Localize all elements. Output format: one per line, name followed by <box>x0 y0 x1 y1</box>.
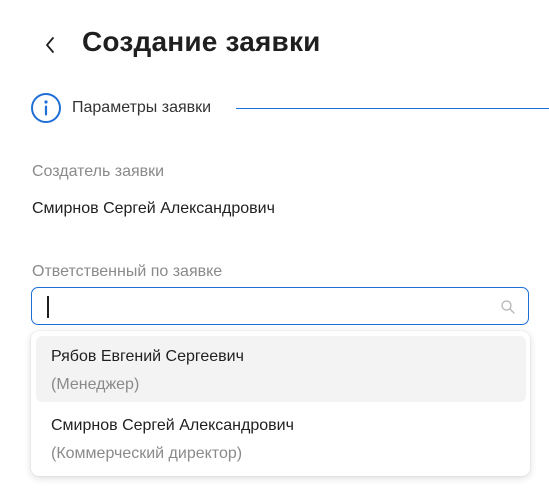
page-title: Создание заявки <box>82 26 321 57</box>
option-name: Рябов Евгений Сергеевич <box>51 348 244 365</box>
chevron-left-icon[interactable] <box>44 36 56 54</box>
dropdown-option[interactable]: Смирнов Сергей Александрович (Коммерческ… <box>36 405 526 471</box>
creator-value: Смирнов Сергей Александрович <box>32 200 275 217</box>
responsible-dropdown: Рябов Евгений Сергеевич (Менеджер) Смирн… <box>31 331 530 476</box>
responsible-label: Ответственный по заявке <box>32 263 223 280</box>
option-role: (Коммерческий директор) <box>51 445 243 462</box>
creator-label: Создатель заявки <box>32 163 165 180</box>
responsible-search-input[interactable] <box>44 294 488 318</box>
page-header: Создание заявки <box>0 22 549 70</box>
option-role: (Менеджер) <box>51 376 140 393</box>
step-label: Параметры заявки <box>72 99 212 116</box>
dropdown-option[interactable]: Рябов Евгений Сергеевич (Менеджер) <box>36 336 526 402</box>
step-indicator: Параметры заявки <box>30 92 549 124</box>
option-name: Смирнов Сергей Александрович <box>51 417 294 434</box>
responsible-search-field[interactable] <box>31 287 529 325</box>
step-divider <box>236 108 549 109</box>
back-button[interactable] <box>36 28 64 62</box>
search-icon <box>501 300 515 314</box>
info-icon <box>31 93 61 123</box>
